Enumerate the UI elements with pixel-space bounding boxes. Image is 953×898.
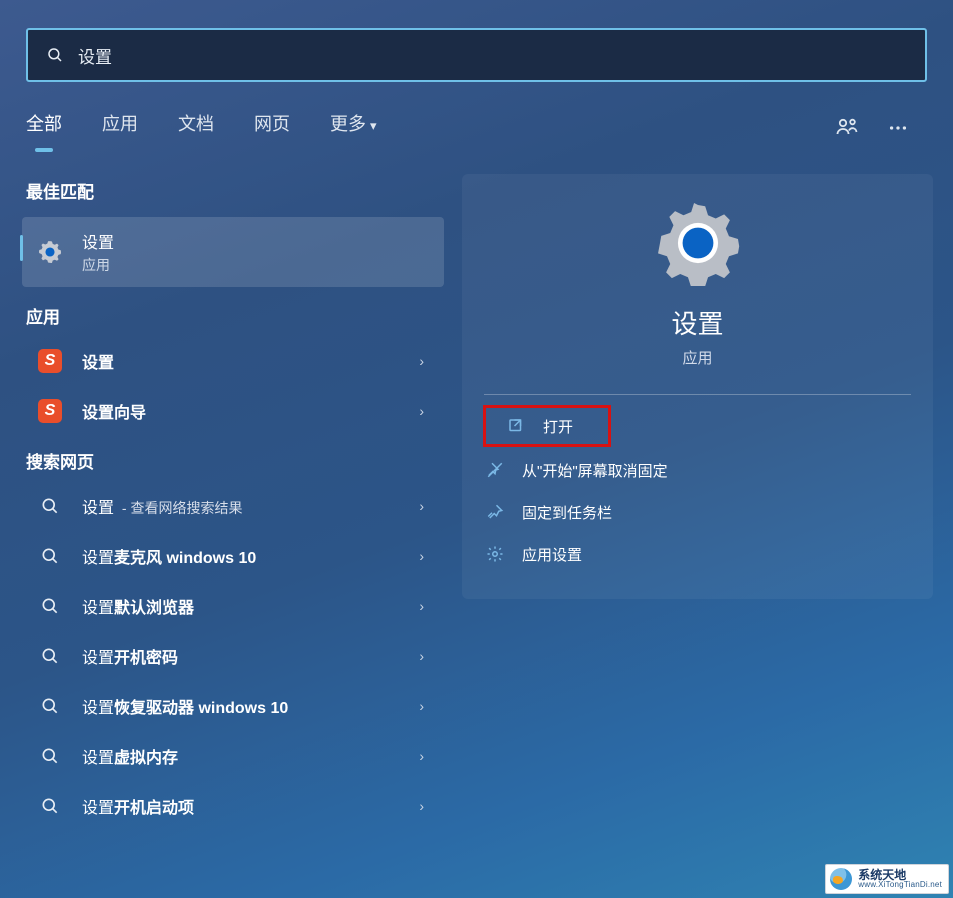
search-icon	[36, 692, 64, 720]
search-icon	[36, 592, 64, 620]
gear-icon	[655, 200, 741, 286]
action-unpin-start[interactable]: 从"开始"屏幕取消固定	[462, 449, 933, 491]
web-result[interactable]: 设置麦克风 windows 10›	[22, 531, 444, 581]
chevron-down-icon: ▾	[370, 118, 377, 133]
web-result[interactable]: 设置开机启动项›	[22, 781, 444, 831]
section-best-match: 最佳匹配	[22, 168, 444, 211]
chevron-right-icon: ›	[419, 798, 424, 814]
result-title: 设置虚拟内存	[82, 744, 419, 768]
open-icon	[505, 415, 527, 437]
search-icon	[46, 46, 64, 64]
chevron-right-icon: ›	[419, 598, 424, 614]
tab-web[interactable]: 网页	[254, 110, 290, 146]
detail-subtitle: 应用	[682, 347, 712, 368]
detail-title: 设置	[671, 304, 723, 341]
web-result[interactable]: 设置 - 查看网络搜索结果›	[22, 481, 444, 531]
web-result[interactable]: 设置默认浏览器›	[22, 581, 444, 631]
pin-icon	[484, 501, 506, 523]
result-title: 设置	[82, 355, 114, 372]
unpin-icon	[484, 459, 506, 481]
gear-icon	[36, 238, 64, 266]
app-result[interactable]: S 设置 ›	[22, 336, 444, 386]
section-apps: 应用	[22, 293, 444, 336]
tab-documents[interactable]: 文档	[178, 110, 214, 146]
sogou-icon: S	[38, 349, 62, 373]
chevron-right-icon: ›	[419, 698, 424, 714]
detail-panel: 设置 应用 打开 从"开始"屏幕取消固定	[462, 174, 933, 599]
tab-more[interactable]: 更多▾	[330, 110, 377, 146]
best-match-result[interactable]: 设置 应用	[22, 217, 444, 287]
tab-apps[interactable]: 应用	[102, 110, 138, 146]
action-label: 固定到任务栏	[522, 502, 612, 523]
action-open[interactable]: 打开	[483, 405, 611, 447]
separator	[484, 394, 911, 395]
account-icon[interactable]	[835, 116, 859, 140]
gear-icon	[484, 543, 506, 565]
watermark: 系统天地 www.XiTongTianDi.net	[825, 864, 949, 894]
result-title: 设置默认浏览器	[82, 594, 419, 618]
chevron-right-icon: ›	[419, 353, 424, 369]
result-title: 设置开机启动项	[82, 794, 419, 818]
result-title: 设置向导	[82, 405, 146, 422]
web-result[interactable]: 设置虚拟内存›	[22, 731, 444, 781]
web-result[interactable]: 设置开机密码›	[22, 631, 444, 681]
search-input[interactable]: 设置	[26, 28, 927, 82]
web-result[interactable]: 设置恢复驱动器 windows 10›	[22, 681, 444, 731]
chevron-right-icon: ›	[419, 748, 424, 764]
filter-tabs: 全部 应用 文档 网页 更多▾	[0, 82, 953, 146]
section-search-web: 搜索网页	[22, 438, 444, 481]
search-icon	[36, 792, 64, 820]
tab-all[interactable]: 全部	[26, 110, 62, 146]
more-options-icon[interactable]	[887, 117, 909, 139]
action-label: 应用设置	[522, 544, 582, 565]
result-title: 设置	[82, 229, 430, 253]
search-icon	[36, 642, 64, 670]
result-title: 设置 - 查看网络搜索结果	[82, 494, 419, 518]
result-title: 设置恢复驱动器 windows 10	[82, 694, 419, 718]
search-icon	[36, 492, 64, 520]
result-title: 设置开机密码	[82, 644, 419, 668]
chevron-right-icon: ›	[419, 548, 424, 564]
result-subtitle: 应用	[82, 255, 430, 275]
action-label: 打开	[543, 416, 573, 437]
result-title: 设置麦克风 windows 10	[82, 544, 419, 568]
search-query-text: 设置	[78, 43, 112, 68]
action-pin-taskbar[interactable]: 固定到任务栏	[462, 491, 933, 533]
chevron-right-icon: ›	[419, 498, 424, 514]
chevron-right-icon: ›	[419, 648, 424, 664]
action-app-settings[interactable]: 应用设置	[462, 533, 933, 575]
search-icon	[36, 742, 64, 770]
globe-icon	[830, 868, 852, 890]
action-label: 从"开始"屏幕取消固定	[522, 460, 668, 481]
app-result[interactable]: S 设置向导 ›	[22, 386, 444, 436]
search-icon	[36, 542, 64, 570]
sogou-icon: S	[38, 399, 62, 423]
chevron-right-icon: ›	[419, 403, 424, 419]
